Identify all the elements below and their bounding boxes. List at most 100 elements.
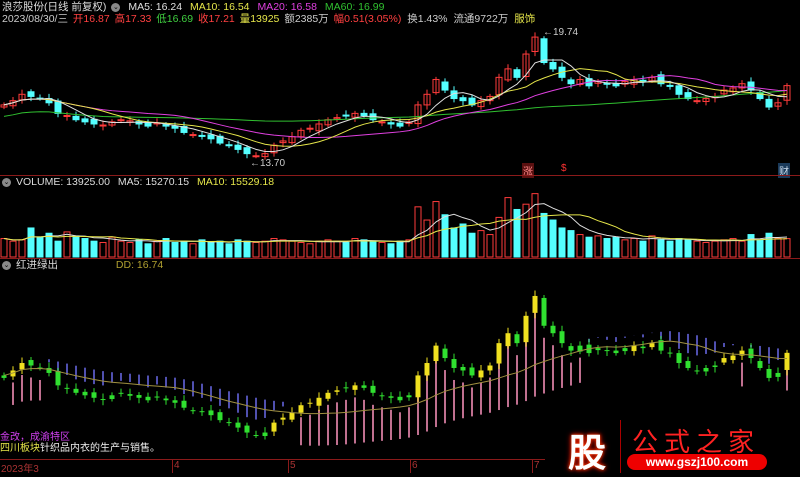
volume-bar <box>199 240 205 257</box>
kline-chart[interactable]: ←19.74←13.70 <box>0 0 800 473</box>
histogram-bar <box>120 373 122 381</box>
indicator-body <box>299 405 304 412</box>
candle-body <box>514 70 520 78</box>
candle-body <box>253 156 259 157</box>
histogram-bar <box>318 410 320 446</box>
volume-bar <box>613 237 619 257</box>
candle-body <box>676 86 682 94</box>
indicator-body <box>227 422 232 423</box>
indicator-body <box>272 423 277 432</box>
indicator-body <box>263 433 268 436</box>
volume-bar <box>460 224 466 257</box>
volume-bar <box>307 244 313 257</box>
indicator-body <box>479 370 484 377</box>
indicator-body <box>191 410 196 411</box>
chevron-down-icon[interactable]: ⌄ <box>2 261 11 270</box>
indicator-body <box>614 351 619 353</box>
candle-body <box>55 101 61 113</box>
volume-ma10: MA10: 15529.18 <box>197 176 274 188</box>
candle-body <box>190 135 196 136</box>
logo-divider <box>620 420 621 473</box>
volume-bar <box>343 242 349 257</box>
volume-bar <box>442 215 448 257</box>
histogram-bar <box>579 358 581 383</box>
histogram-bar <box>309 415 311 446</box>
indicator-body <box>524 316 529 342</box>
histogram-bar <box>453 380 455 421</box>
volume-bar <box>604 239 610 257</box>
histogram-bar <box>264 400 266 418</box>
volume-bar <box>694 241 700 257</box>
volume-bar <box>28 228 34 257</box>
histogram-bar <box>552 345 554 390</box>
candle-body <box>64 115 70 116</box>
indicator-body <box>704 368 709 371</box>
volume-bar <box>784 239 790 257</box>
candle-body <box>694 101 700 102</box>
indicator-body <box>731 356 736 360</box>
candle-body <box>550 63 556 69</box>
indicator-body <box>623 348 628 351</box>
volume-bar <box>109 237 115 257</box>
indicator-body <box>137 395 142 398</box>
chevron-down-icon[interactable]: ⌄ <box>2 178 11 187</box>
axis-tick <box>288 459 289 473</box>
histogram-bar <box>399 412 401 439</box>
indicator-body <box>74 389 79 393</box>
indicator-body <box>20 363 25 369</box>
indicator-body <box>92 392 97 397</box>
histogram-bar <box>183 379 185 394</box>
volume-bar <box>658 240 664 257</box>
volume-bar <box>145 244 151 257</box>
volume-bar <box>334 241 340 257</box>
histogram-bar <box>138 375 140 386</box>
indicator-body <box>695 370 700 371</box>
volume-bar <box>118 241 124 257</box>
volume-bar <box>559 228 565 257</box>
axis-label: 7 <box>534 460 540 471</box>
indicator-body <box>767 369 772 378</box>
indicator-body <box>416 375 421 397</box>
indicator-body <box>713 365 718 366</box>
marker-dollar[interactable]: $ <box>560 163 568 174</box>
candle-body <box>541 39 547 63</box>
volume-bar <box>424 220 430 257</box>
volume-bar <box>208 242 214 257</box>
indicator-body <box>254 435 259 436</box>
indicator-body <box>551 326 556 333</box>
volume-bar <box>703 242 709 257</box>
histogram-bar <box>732 344 734 345</box>
histogram-bar <box>372 405 374 442</box>
indicator-body <box>128 394 133 396</box>
volume-bar <box>244 241 250 257</box>
volume-bar <box>19 240 25 257</box>
high-price-label: ←19.74 <box>543 27 578 38</box>
histogram-bar <box>516 355 518 405</box>
histogram-bar <box>705 338 707 354</box>
indicator-body <box>560 331 565 343</box>
indicator-body <box>380 395 385 396</box>
indicator-body <box>443 349 448 358</box>
indicator-body <box>605 350 610 351</box>
histogram-bar <box>228 391 230 408</box>
indicator-body <box>2 375 7 377</box>
axis-line <box>0 459 545 460</box>
dd-value: DD: 16.74 <box>116 259 163 271</box>
volume-bar <box>91 241 97 257</box>
histogram-bar <box>480 382 482 414</box>
volume-bar <box>37 237 43 257</box>
volume-bar <box>289 241 295 257</box>
indicator-body <box>425 363 430 375</box>
indicator-body <box>407 395 412 397</box>
histogram-bar <box>642 334 644 337</box>
candle-body <box>748 82 754 90</box>
indicator-body <box>245 426 250 433</box>
histogram-bar <box>93 369 95 384</box>
volume-bar <box>739 241 745 257</box>
volume-ma5-line <box>4 204 787 243</box>
indicator-body <box>56 371 61 385</box>
candle-body <box>667 85 673 86</box>
volume-bar <box>262 241 268 257</box>
indicator-body <box>749 349 754 358</box>
indicator-body <box>497 343 502 363</box>
